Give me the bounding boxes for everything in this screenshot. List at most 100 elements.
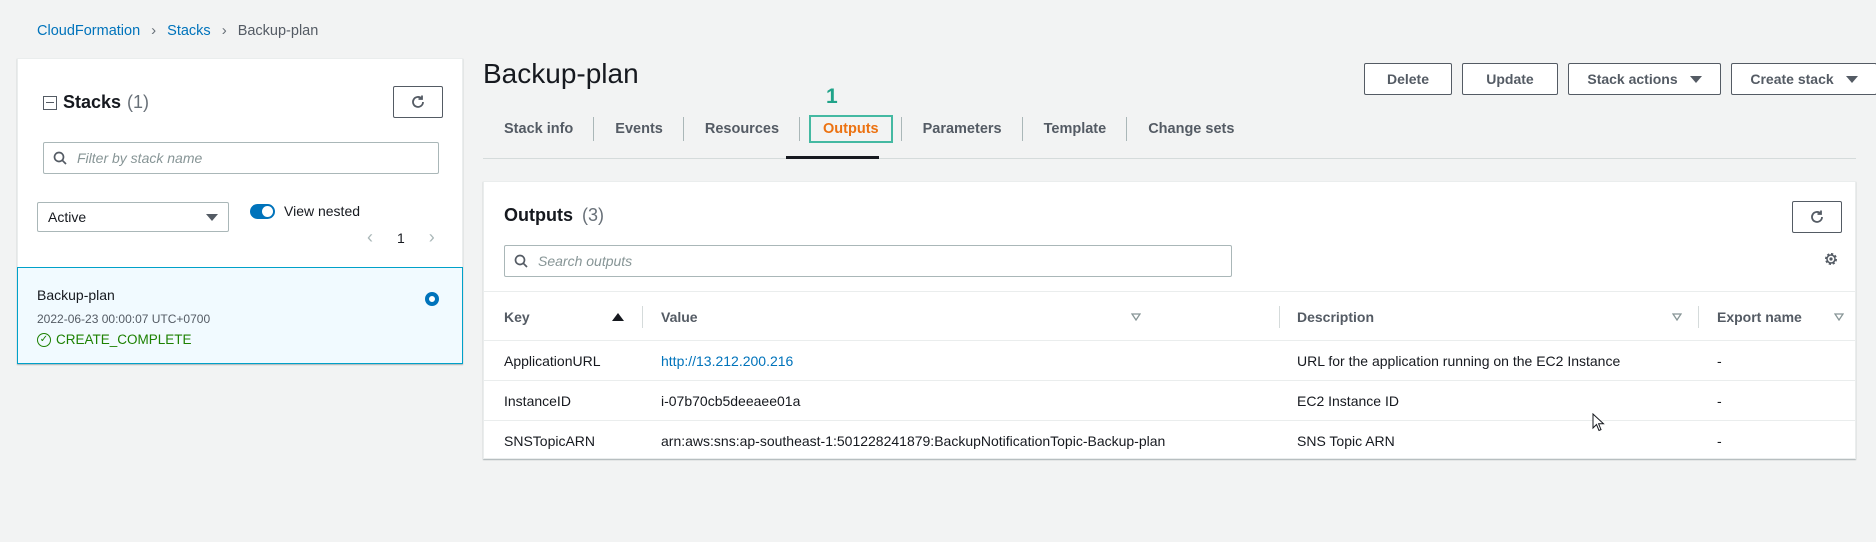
chevron-right-icon: ›: [151, 22, 157, 39]
cell-value: i-07b70cb5deeaee01a: [661, 393, 801, 409]
cell-export: -: [1717, 393, 1722, 409]
column-header-key[interactable]: Key: [504, 292, 626, 342]
stack-filter-input[interactable]: [77, 150, 424, 166]
tab-label: Resources: [704, 121, 780, 137]
table-row: InstanceID i-07b70cb5deeaee01a EC2 Insta…: [484, 381, 1855, 421]
cell-key: ApplicationURL: [504, 353, 601, 369]
tab-label: Stack info: [504, 121, 574, 137]
stack-filter-field[interactable]: [43, 142, 439, 174]
stack-tabs: Stack info Events Resources Outputs Para…: [483, 113, 1856, 159]
column-header-export-name[interactable]: Export name: [1717, 292, 1847, 342]
column-divider: [1279, 306, 1280, 328]
view-nested-label: View nested: [284, 203, 361, 219]
outputs-count: (3): [582, 205, 605, 225]
column-description-label: Description: [1297, 309, 1375, 325]
cell-description: SNS Topic ARN: [1297, 433, 1395, 449]
active-tab-indicator: [786, 156, 879, 159]
tab-template[interactable]: Template: [1023, 113, 1128, 145]
page-number[interactable]: 1: [397, 230, 405, 246]
cell-description: URL for the application running on the E…: [1297, 353, 1621, 369]
outputs-search-field[interactable]: [504, 245, 1232, 277]
stack-actions-label: Stack actions: [1587, 71, 1678, 87]
refresh-icon: [1811, 210, 1823, 223]
table-row: ApplicationURL http://13.212.200.216 URL…: [484, 341, 1855, 381]
tab-outputs[interactable]: Outputs: [800, 113, 902, 145]
outputs-header: Outputs (3): [504, 205, 604, 226]
column-divider: [642, 306, 643, 328]
column-divider: [1698, 306, 1699, 328]
column-header-description[interactable]: Description: [1297, 292, 1697, 342]
tab-change-sets[interactable]: Change sets: [1127, 113, 1255, 145]
delete-button[interactable]: Delete: [1364, 63, 1452, 95]
tab-label: Outputs: [809, 115, 893, 143]
tab-stack-info[interactable]: Stack info: [483, 113, 595, 145]
sort-icon[interactable]: [1834, 313, 1844, 321]
outputs-search-input[interactable]: [538, 253, 1184, 269]
search-icon: [53, 151, 67, 165]
tab-label: Events: [615, 121, 663, 137]
outputs-panel: Outputs (3) Key Value Description Export…: [483, 181, 1856, 459]
view-nested-toggle[interactable]: [250, 203, 275, 219]
stack-list-item[interactable]: Backup-plan 2022-06-23 00:00:07 UTC+0700…: [17, 267, 463, 364]
mouse-cursor-icon: [1592, 413, 1605, 432]
stacks-refresh-button[interactable]: [393, 86, 443, 118]
cell-key: InstanceID: [504, 393, 571, 409]
refresh-icon: [412, 95, 424, 108]
cell-value-link[interactable]: http://13.212.200.216: [661, 341, 793, 381]
stack-status-text: CREATE_COMPLETE: [56, 332, 192, 347]
stacks-panel-header: Stacks (1): [43, 92, 149, 113]
column-header-value[interactable]: Value: [661, 292, 1161, 342]
cell-key: SNSTopicARN: [504, 433, 596, 449]
stack-status: ✓ CREATE_COMPLETE: [37, 332, 192, 347]
sort-ascending-icon[interactable]: [612, 313, 624, 321]
breadcrumb-cloudformation-link[interactable]: CloudFormation: [37, 23, 140, 39]
tab-parameters[interactable]: Parameters: [902, 113, 1023, 145]
page-title: Backup-plan: [483, 58, 639, 89]
cell-export: -: [1717, 433, 1722, 449]
stack-name: Backup-plan: [37, 287, 115, 303]
create-stack-button[interactable]: Create stack: [1731, 63, 1876, 95]
chevron-left-icon[interactable]: ‹: [363, 227, 377, 248]
cell-description: EC2 Instance ID: [1297, 393, 1399, 409]
stack-select-radio[interactable]: [425, 292, 439, 306]
update-button[interactable]: Update: [1462, 63, 1558, 95]
stack-actions-button[interactable]: Stack actions: [1568, 63, 1721, 95]
stacks-panel: Stacks (1) Active View nested ‹ 1 › Back…: [17, 58, 463, 364]
chevron-right-icon[interactable]: ›: [425, 227, 439, 248]
tab-label: Change sets: [1148, 121, 1235, 137]
tab-resources[interactable]: Resources: [684, 113, 801, 145]
column-key-label: Key: [504, 309, 530, 325]
outputs-title: Outputs: [504, 205, 573, 225]
tab-label: Template: [1043, 121, 1107, 137]
check-circle-icon: ✓: [37, 332, 51, 347]
tab-events[interactable]: Events: [594, 113, 684, 145]
gear-icon[interactable]: [1823, 251, 1839, 267]
cell-export: -: [1717, 353, 1722, 369]
breadcrumb-current: Backup-plan: [237, 22, 319, 39]
chevron-right-icon: ›: [221, 22, 227, 39]
caret-down-icon: [1845, 75, 1858, 83]
step-annotation: 1: [826, 85, 838, 108]
pagination: ‹ 1 ›: [363, 227, 439, 248]
sort-icon[interactable]: [1672, 313, 1682, 321]
caret-down-icon: [206, 213, 218, 221]
breadcrumb-stacks-link[interactable]: Stacks: [167, 23, 211, 39]
outputs-table-header: Key Value Description Export name: [484, 291, 1855, 341]
stack-status-select[interactable]: Active: [37, 202, 229, 232]
search-icon: [514, 254, 528, 268]
table-row: SNSTopicARN arn:aws:sns:ap-southeast-1:5…: [484, 421, 1855, 461]
breadcrumb: CloudFormation › Stacks › Backup-plan: [37, 22, 318, 39]
column-value-label: Value: [661, 309, 698, 325]
tab-label: Parameters: [922, 121, 1002, 137]
caret-down-icon: [1689, 75, 1702, 83]
outputs-refresh-button[interactable]: [1792, 201, 1842, 233]
stack-status-select-value: Active: [48, 209, 87, 225]
stack-actions-bar: Delete Update Stack actions Create stack: [1364, 63, 1876, 95]
sort-icon[interactable]: [1131, 313, 1141, 321]
stack-date: 2022-06-23 00:00:07 UTC+0700: [37, 312, 211, 326]
stacks-panel-title: Stacks: [63, 92, 122, 112]
collapse-icon[interactable]: [43, 95, 57, 110]
stacks-count: (1): [127, 92, 150, 112]
cell-value: arn:aws:sns:ap-southeast-1:501228241879:…: [661, 433, 1166, 449]
update-button-label: Update: [1486, 71, 1534, 87]
